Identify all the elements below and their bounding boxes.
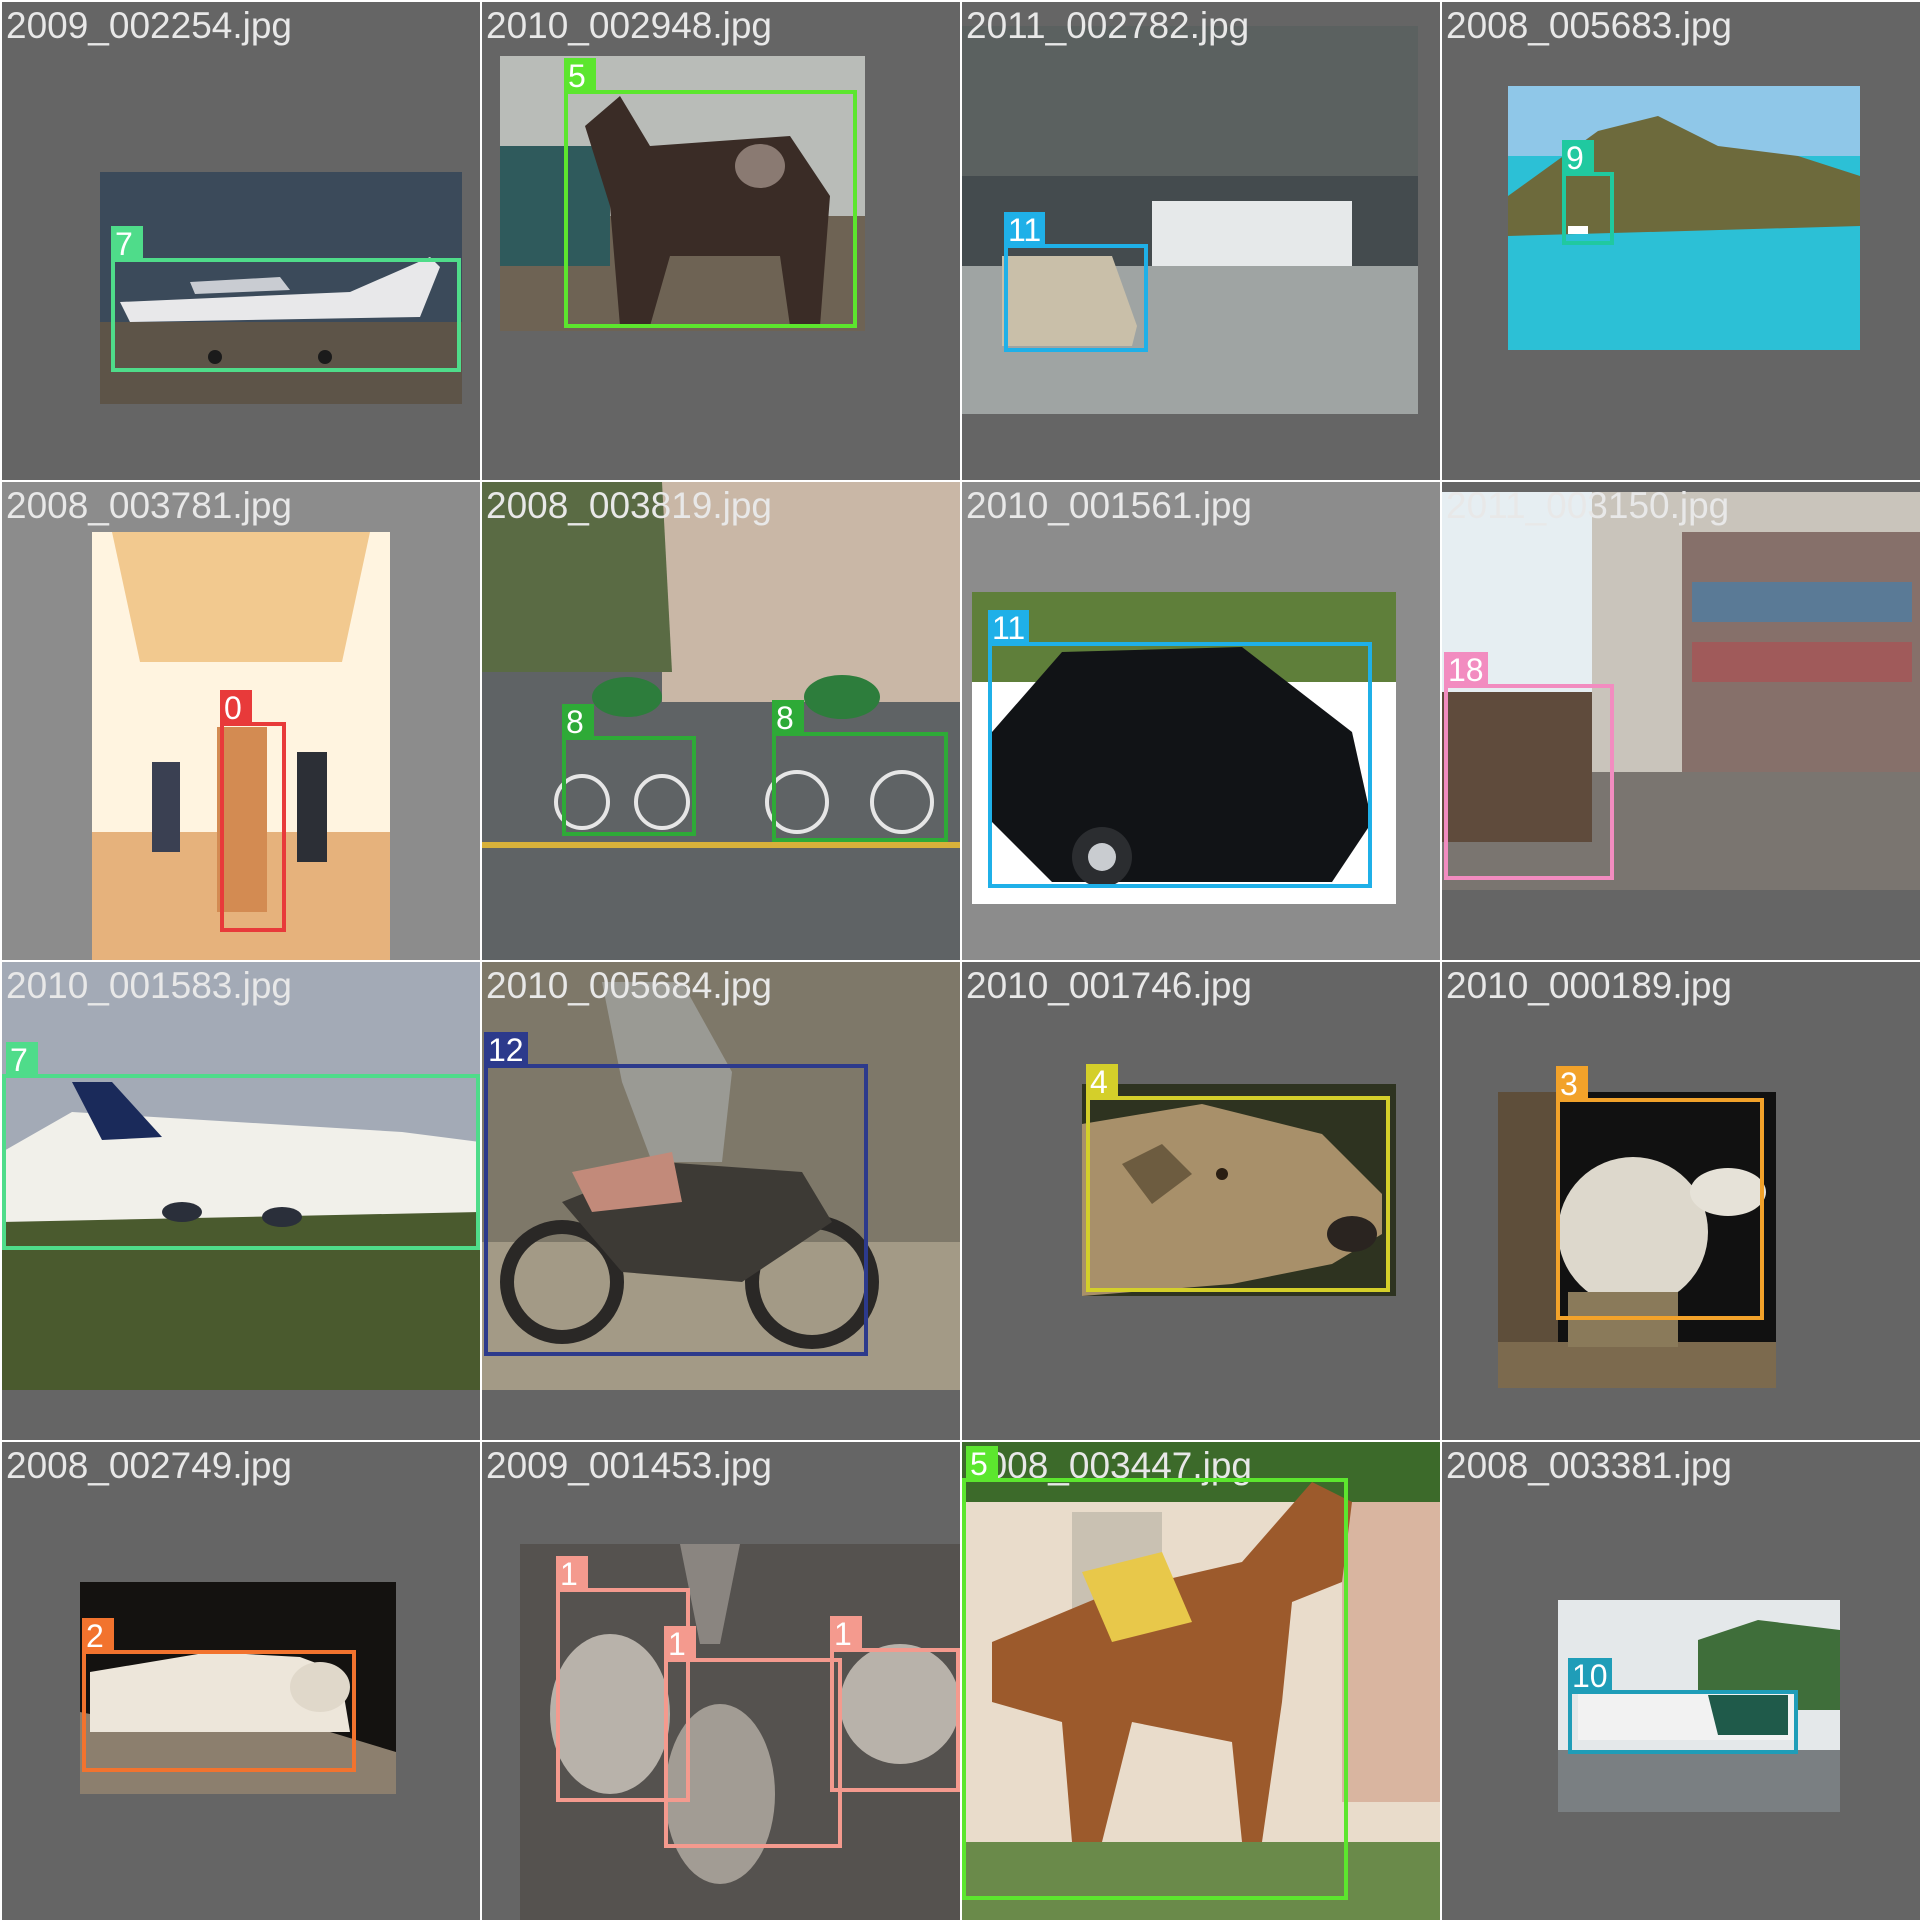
filename-label: 2008_002749.jpg <box>6 1445 293 1486</box>
tile-2011-003150: 2011_003150.jpg 18 <box>1442 482 1920 960</box>
class-id-tag: 3 <box>1556 1066 1588 1102</box>
bbox-airplane: 7 <box>111 226 461 372</box>
tile-2010-001583: 2010_001583.jpg 7 <box>2 962 480 1440</box>
class-id-tag: 5 <box>564 58 596 94</box>
bbox-bicycle-2: 8 <box>772 700 948 842</box>
bbox-sheep: 4 <box>1086 1064 1390 1292</box>
bbox-bus: 10 <box>1568 1658 1798 1754</box>
filename-label: 2011_003150.jpg <box>1446 485 1730 526</box>
bbox-bird-2: 1 <box>664 1626 842 1848</box>
bbox-boat: 9 <box>1562 140 1614 245</box>
photo-bicycle <box>482 482 960 960</box>
tile-2009-001453: 2009_001453.jpg 1 1 1 <box>482 1442 960 1920</box>
bbox-bicycle-1: 8 <box>562 704 696 836</box>
bbox-cat: 2 <box>82 1618 356 1772</box>
class-id-tag: 0 <box>220 690 252 726</box>
class-id-tag: 1 <box>830 1616 862 1652</box>
tile-2010-001746: 2010_001746.jpg 4 <box>962 962 1440 1440</box>
bbox-car: 11 <box>988 610 1372 888</box>
class-id-tag: 5 <box>966 1446 998 1482</box>
class-id-tag: 10 <box>1568 1658 1612 1694</box>
class-id-tag: 2 <box>82 1618 114 1654</box>
bbox-horse: 5 <box>564 58 857 328</box>
tile-2010-002948: 2010_002948.jpg 5 <box>482 2 960 480</box>
filename-label: 2011_002782.jpg <box>966 5 1250 46</box>
bbox-motorbike: 12 <box>484 1032 868 1356</box>
class-id-tag: 1 <box>556 1556 588 1592</box>
tile-2009-002254: 2009_002254.jpg 7 <box>2 2 480 480</box>
filename-label: 2009_001453.jpg <box>486 1445 773 1486</box>
class-id-tag: 18 <box>1444 652 1488 688</box>
filename-label: 2010_001583.jpg <box>6 965 293 1006</box>
filename-label: 2008_005683.jpg <box>1446 5 1733 46</box>
bbox-airplane: 7 <box>2 1042 480 1250</box>
filename-label: 2008_003819.jpg <box>486 485 773 526</box>
filename-label: 2010_002948.jpg <box>486 5 773 46</box>
filename-label: 2008_003381.jpg <box>1446 1445 1733 1486</box>
bbox-person: 0 <box>220 690 286 932</box>
filename-label: 2009_002254.jpg <box>6 5 293 46</box>
tile-2008-003381: 2008_003381.jpg 10 <box>1442 1442 1920 1920</box>
bbox-car: 11 <box>1004 212 1148 352</box>
class-id-tag: 1 <box>664 1626 696 1662</box>
bbox-bird-3: 1 <box>830 1616 960 1792</box>
tile-2010-000189: 2010_000189.jpg 3 <box>1442 962 1920 1440</box>
tile-2008-003819: 2008_003819.jpg 8 8 <box>482 482 960 960</box>
tile-2010-001561: 2010_001561.jpg 11 <box>962 482 1440 960</box>
bbox-horse: 5 <box>962 1446 1348 1900</box>
tile-2008-002749: 2008_002749.jpg 2 <box>2 1442 480 1920</box>
detection-mosaic: 2009_002254.jpg 7 2010_002948.jpg 5 2011… <box>0 0 1920 1920</box>
filename-label: 2010_001561.jpg <box>966 485 1253 526</box>
bbox-sofa: 18 <box>1444 652 1614 880</box>
class-id-tag: 7 <box>6 1042 38 1078</box>
tile-2011-002782: 2011_002782.jpg 11 <box>962 2 1440 480</box>
tile-2008-003781: 2008_003781.jpg 0 <box>2 482 480 960</box>
class-id-tag: 12 <box>484 1032 528 1068</box>
class-id-tag: 8 <box>562 704 594 740</box>
tile-2008-003447: 2008_003447.jpg 5 <box>962 1442 1440 1920</box>
filename-label: 2010_000189.jpg <box>1446 965 1733 1006</box>
class-id-tag: 4 <box>1086 1064 1118 1100</box>
filename-label: 2010_005684.jpg <box>486 965 773 1006</box>
class-id-tag: 7 <box>111 226 143 262</box>
photo-boat <box>1508 86 1860 350</box>
class-id-tag: 9 <box>1562 140 1594 176</box>
class-id-tag: 11 <box>1004 212 1046 248</box>
bbox-sheep: 3 <box>1556 1066 1764 1320</box>
filename-label: 2010_001746.jpg <box>966 965 1253 1006</box>
class-id-tag: 8 <box>772 700 804 736</box>
class-id-tag: 11 <box>988 610 1030 646</box>
tile-2010-005684: 2010_005684.jpg 12 <box>482 962 960 1440</box>
tile-2008-005683: 2008_005683.jpg 9 <box>1442 2 1920 480</box>
filename-label: 2008_003781.jpg <box>6 485 293 526</box>
